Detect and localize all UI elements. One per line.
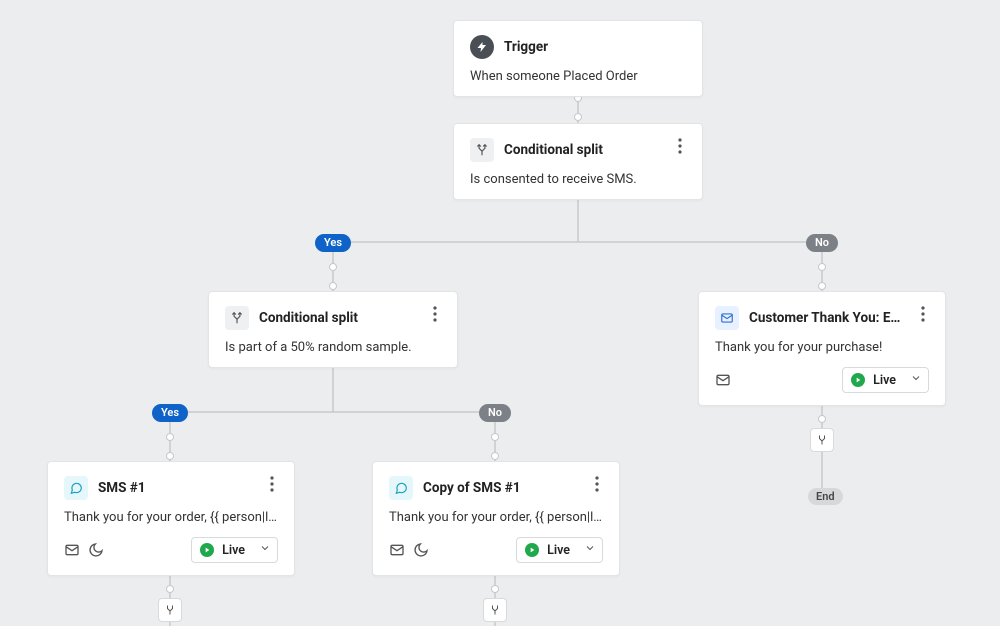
split-icon	[470, 138, 494, 162]
node-desc: Thank you for your order, {{ person|look…	[389, 510, 603, 525]
email-channel-icon	[64, 542, 80, 558]
more-button[interactable]	[421, 300, 449, 328]
status-live-icon	[525, 543, 539, 557]
more-button[interactable]	[909, 300, 937, 328]
status-label: Live	[222, 543, 245, 558]
node-title: SMS #1	[98, 480, 146, 496]
add-split-button[interactable]	[158, 598, 182, 622]
node-conditional-split[interactable]: Conditional split Is consented to receiv…	[453, 123, 703, 200]
flow-canvas[interactable]: Yes No Yes No End Trigger When someone P…	[0, 0, 1000, 626]
port	[574, 113, 582, 121]
email-icon	[715, 306, 739, 330]
node-title: Trigger	[504, 39, 548, 55]
node-title: Customer Thank You: Email...	[749, 310, 909, 326]
status-selector[interactable]: Live	[191, 537, 278, 563]
port	[329, 282, 337, 290]
port	[491, 585, 499, 593]
node-sms[interactable]: SMS #1 Thank you for your order, {{ pers…	[47, 461, 295, 576]
status-selector[interactable]: Live	[842, 367, 929, 393]
node-title: Conditional split	[259, 310, 358, 326]
node-desc: Is consented to receive SMS.	[470, 172, 686, 187]
node-email[interactable]: Customer Thank You: Email... Thank you f…	[698, 291, 946, 406]
email-channel-icon	[715, 372, 731, 388]
sms-icon	[389, 476, 413, 500]
chevron-down-icon	[259, 542, 271, 558]
quiet-hours-icon	[413, 542, 429, 558]
branch-no: No	[479, 404, 511, 422]
status-live-icon	[200, 543, 214, 557]
port	[818, 415, 826, 423]
chevron-down-icon	[584, 542, 596, 558]
port	[329, 263, 337, 271]
node-desc: Is part of a 50% random sample.	[225, 340, 441, 355]
more-button[interactable]	[583, 470, 611, 498]
node-desc: Thank you for your order, {{ person|look…	[64, 510, 278, 525]
branch-yes: Yes	[152, 404, 188, 422]
email-channel-icon	[389, 542, 405, 558]
status-selector[interactable]: Live	[516, 537, 603, 563]
node-desc: Thank you for your purchase!	[715, 340, 929, 355]
more-button[interactable]	[258, 470, 286, 498]
port	[166, 433, 174, 441]
bolt-icon	[470, 35, 494, 59]
flow-end: End	[808, 488, 843, 505]
branch-yes: Yes	[315, 234, 351, 252]
port	[818, 282, 826, 290]
node-sms[interactable]: Copy of SMS #1 Thank you for your order,…	[372, 461, 620, 576]
split-icon	[225, 306, 249, 330]
more-button[interactable]	[666, 132, 694, 160]
port	[491, 452, 499, 460]
status-label: Live	[873, 373, 896, 388]
status-label: Live	[547, 543, 570, 558]
status-live-icon	[851, 373, 865, 387]
port	[166, 452, 174, 460]
add-split-button[interactable]	[810, 428, 834, 452]
branch-no: No	[806, 234, 838, 252]
node-title: Conditional split	[504, 142, 603, 158]
node-desc: When someone Placed Order	[470, 69, 686, 84]
port	[491, 433, 499, 441]
node-conditional-split[interactable]: Conditional split Is part of a 50% rando…	[208, 291, 458, 368]
port	[166, 585, 174, 593]
chevron-down-icon	[910, 372, 922, 388]
port	[818, 263, 826, 271]
node-trigger[interactable]: Trigger When someone Placed Order	[453, 20, 703, 97]
add-split-button[interactable]	[483, 598, 507, 622]
sms-icon	[64, 476, 88, 500]
quiet-hours-icon	[88, 542, 104, 558]
node-title: Copy of SMS #1	[423, 480, 520, 496]
